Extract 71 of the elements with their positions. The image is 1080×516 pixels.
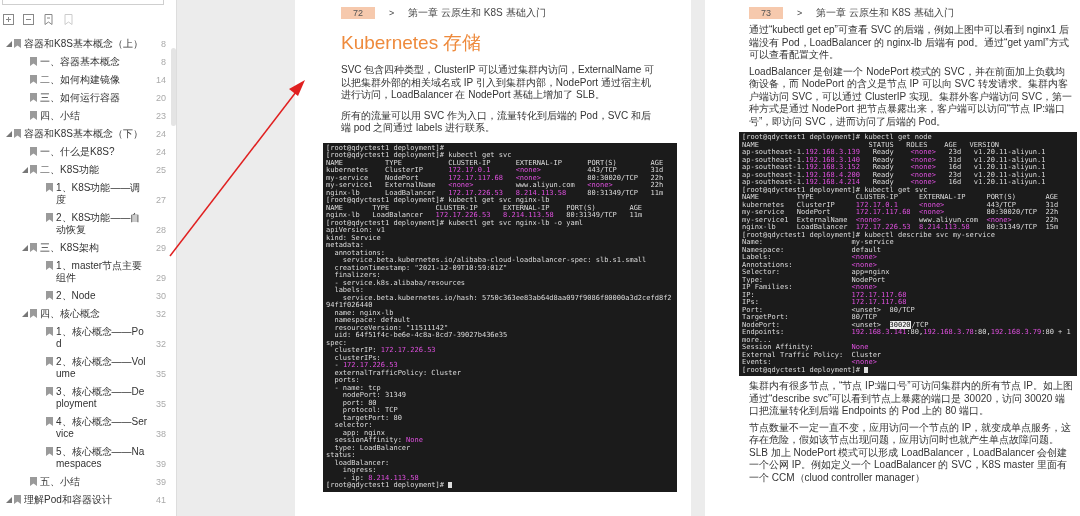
body-paragraph: 通过“kubectl get ep”可查看 SVC 的后端，例如上图中可以看到 nginx1 后端没有 Pod，LoadBalancer 的 nginx-lb 后端有 pod。通过“get yaml”方式可以查看配置文件。 — [749, 24, 1071, 62]
page-number: 38 — [155, 428, 167, 440]
outline-item[interactable]: 2、Node — [56, 290, 150, 302]
bookmark-icon — [46, 213, 53, 222]
body-paragraph: 节点数量不一定一直不变，应用访问一个节点的 IP，就变成单点服务，这存在危险，假如该节点出现问题，应用访问时也就产生单点故障问题。SLB 加上 NodePort 模式可以形成 LoadBalancer，LoadBalancer 会创建一个公网 IP。例如定义一个 LoadBalancer 的 SVC，K8S master 里面有一个 CCM（cluod controller manager） — [749, 421, 1073, 484]
page-number: 32 — [155, 338, 167, 350]
outline-item[interactable]: 三、如何运行容器 — [40, 92, 150, 104]
page-number: 8 — [160, 56, 167, 68]
outline-item[interactable]: 1、master节点主要组件 — [56, 260, 150, 284]
collapse-all-icon[interactable] — [23, 14, 34, 25]
expand-toggle-icon[interactable] — [6, 497, 12, 503]
page-number: 20 — [155, 92, 167, 104]
page-number: 8 — [160, 38, 167, 50]
outline-item[interactable]: 四、小结 — [40, 110, 150, 122]
page-number: 24 — [155, 128, 167, 140]
outline-item[interactable]: 二、K8S功能 — [40, 164, 150, 176]
page-number: 29 — [155, 272, 167, 284]
expand-toggle-icon[interactable] — [22, 167, 28, 173]
outline-item[interactable]: 容器和K8S基本概念（下） — [24, 128, 150, 140]
bookmark-icon — [46, 447, 53, 456]
expand-toggle-icon[interactable] — [6, 41, 12, 47]
bookmark-icon — [46, 387, 53, 396]
outline-item[interactable]: 四、核心概念 — [40, 308, 150, 320]
page-number-badge: 72 — [341, 7, 375, 19]
outline-item[interactable]: 理解Pod和容器设计 — [24, 494, 150, 506]
outline-item[interactable]: 4、核心概念——Service — [56, 416, 150, 440]
page-number-badge: 73 — [749, 7, 783, 19]
page-number: 35 — [155, 368, 167, 380]
outline-item[interactable]: 3、核心概念——Deployment — [56, 386, 150, 410]
outline-item[interactable]: 二、如何构建镜像 — [40, 74, 150, 86]
page-number: 39 — [155, 476, 167, 488]
outline-item[interactable]: 1、K8S功能——调度 — [56, 182, 150, 206]
expand-toggle-icon[interactable] — [6, 131, 12, 137]
outline-item[interactable]: 2、核心概念——Volume — [56, 356, 150, 380]
section-title: Kubernetes 存储 — [341, 31, 483, 55]
search-field[interactable] — [2, 0, 164, 5]
page-number: 29 — [155, 242, 167, 254]
page-number: 27 — [155, 194, 167, 206]
expand-toggle-icon[interactable] — [22, 245, 28, 251]
bookmark-icon — [46, 357, 53, 366]
bookmark-icon[interactable] — [43, 14, 54, 25]
outline-item[interactable]: 1、核心概念——Pod — [56, 326, 150, 350]
outline-item[interactable]: 2、K8S功能——自动恢复 — [56, 212, 150, 236]
page-number: 25 — [155, 164, 167, 176]
outline-item[interactable]: 一、容器基本概念 — [40, 56, 150, 68]
chapter-title: 第一章 云原生和 K8S 基础入门 — [816, 6, 954, 20]
outline-item[interactable]: 一、什么是K8S? — [40, 146, 150, 158]
page-number: 41 — [155, 494, 167, 506]
outline-item[interactable]: 5、核心概念——Namespaces — [56, 446, 150, 470]
expand-all-icon[interactable] — [3, 14, 14, 25]
outline-item[interactable]: 五、小结 — [40, 476, 150, 488]
bookmark-icon — [46, 417, 53, 426]
page-number: 23 — [155, 110, 167, 122]
page-number: 39 — [155, 458, 167, 470]
breadcrumb-separator: > — [389, 8, 395, 18]
outline-item[interactable]: 三、K8S架构 — [40, 242, 150, 254]
body-paragraph: LoadBalancer 是创建一个 NodePort 模式的 SVC，并在前面加上负载均衡设备，而 NodePort 的含义是节点 IP 可以向 SVC 转发请求。集群内客户端访问 SVC，可以通过 ClusterIP 实现。集群外客户端访问 SVC，第一种方式是通过 NodePort 把节点暴露出来，客户端可以访问“节点 IP:端口号”，即访问 SVC，进而访问了后端的 Pod。 — [749, 65, 1073, 128]
page-number: 28 — [155, 224, 167, 236]
page-number: 24 — [155, 146, 167, 158]
page-number: 32 — [155, 308, 167, 320]
outline-item[interactable]: 容器和K8S基本概念（上） — [24, 38, 150, 50]
page-number: 30 — [155, 290, 167, 302]
scrollbar-thumb[interactable] — [171, 48, 176, 126]
body-paragraph: 集群内有很多节点，“节点 IP:端口号”可访问集群内的所有节点 IP。如上图通过“describe svc”可以看到节点上暴露的端口是 30020，访问 30020 端口把流量转化到后端 Endpoints 的 Pod 上的 80 端口。 — [749, 380, 1073, 418]
body-paragraph: SVC 包含四种类型，ClusterIP 可以通过集群内访问，ExternalName 可以把集群外部的相关域名或 IP 引入到集群内部，NodePort 通过宿主机进行访问，LoadBalancer 在 NodePort 基础上增加了 SLB。 — [341, 64, 656, 102]
page-number: 35 — [155, 398, 167, 410]
chapter-title: 第一章 云原生和 K8S 基础入门 — [408, 6, 546, 20]
expand-toggle-icon[interactable] — [22, 311, 28, 317]
page-number: 14 — [155, 74, 167, 86]
breadcrumb-separator: > — [797, 8, 803, 18]
body-paragraph: 所有的流量可以用 SVC 作为入口，流量转化到后端的 Pod，SVC 和后端 pod 之间通过 labels 进行联系。 — [341, 109, 653, 135]
